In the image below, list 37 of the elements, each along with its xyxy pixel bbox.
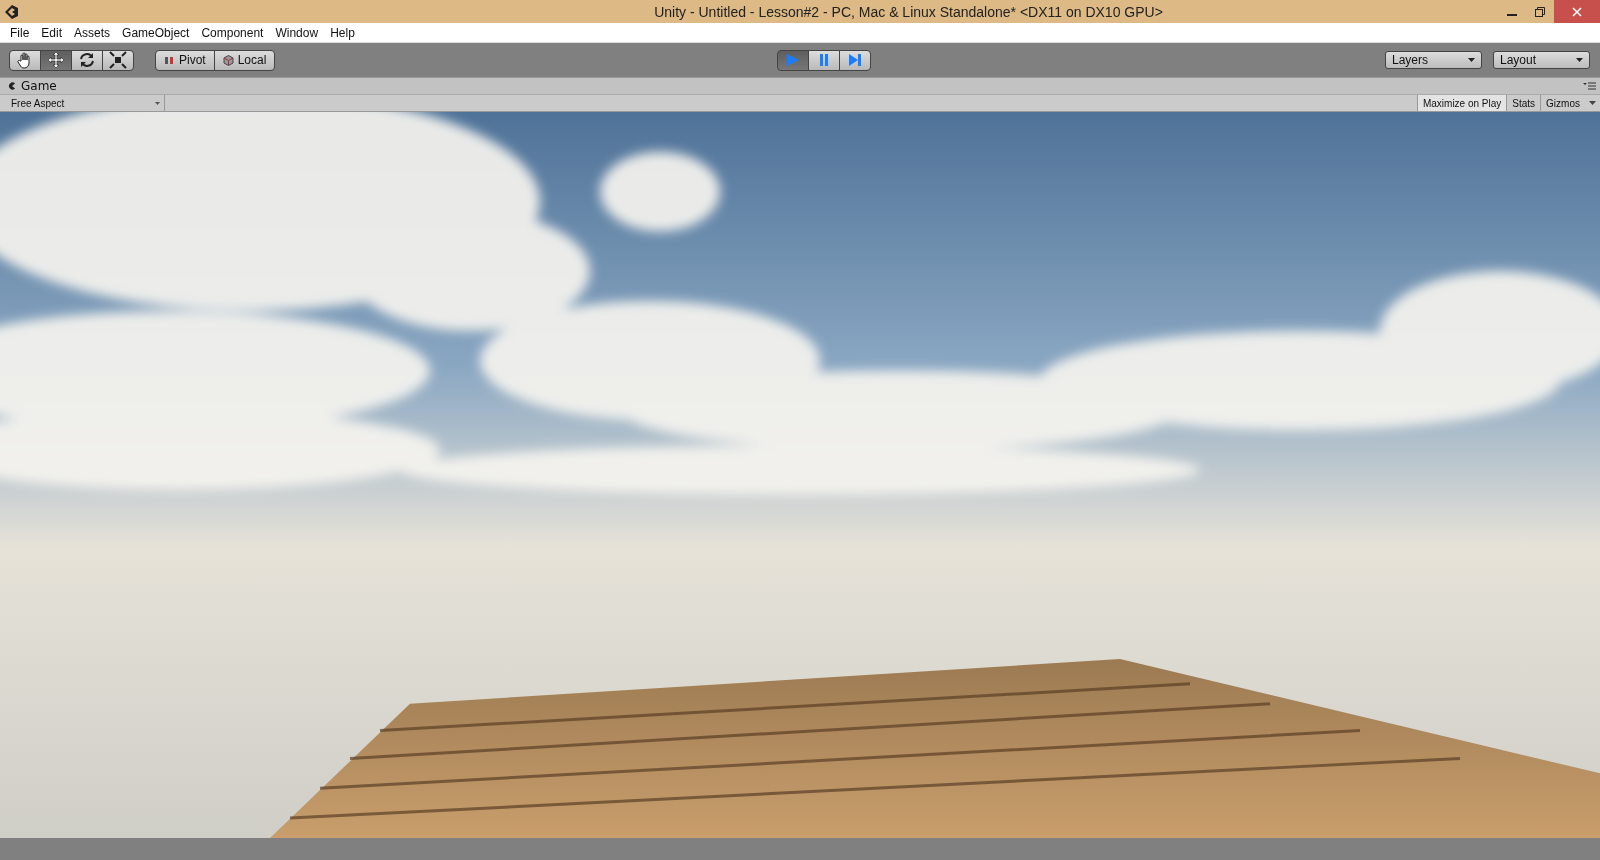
minimize-icon bbox=[1507, 13, 1517, 16]
menu-item[interactable]: Help bbox=[324, 25, 361, 40]
tool-button[interactable] bbox=[102, 49, 134, 71]
window-title: Unity - Untitled - Lesson#2 - PC, Mac & Linux Standalone* <DX11 on DX10 GPU> bbox=[653, 3, 1163, 20]
game-tab-icon bbox=[8, 82, 16, 90]
menu-item[interactable]: Assets bbox=[68, 25, 117, 40]
aspect-dropdown[interactable]: Free Aspect bbox=[5, 95, 165, 111]
close-icon bbox=[1572, 6, 1582, 17]
caret-icon bbox=[1576, 58, 1583, 62]
dropdown[interactable]: Layout bbox=[1493, 51, 1590, 69]
play-control-button[interactable] bbox=[808, 49, 841, 71]
rotate-arrows-icon bbox=[78, 51, 96, 69]
caret-icon bbox=[155, 101, 160, 105]
tool-button[interactable] bbox=[71, 49, 103, 71]
tool-button[interactable] bbox=[40, 49, 72, 71]
restore-icon bbox=[1535, 6, 1545, 17]
play-control-button[interactable] bbox=[839, 49, 872, 71]
menu-item[interactable]: Edit bbox=[35, 25, 69, 40]
menu-item[interactable]: Window bbox=[269, 25, 325, 40]
unity-logo-icon bbox=[3, 3, 19, 20]
move-arrows-icon bbox=[47, 51, 65, 69]
dropdown[interactable]: Layers bbox=[1385, 51, 1482, 69]
tool-button[interactable] bbox=[9, 49, 41, 71]
step-icon bbox=[847, 53, 864, 67]
toggle-button[interactable]: Maximize on Play bbox=[1416, 95, 1507, 111]
pivot-icon bbox=[164, 54, 175, 66]
caret-icon[interactable] bbox=[1589, 101, 1596, 105]
menu-item[interactable]: GameObject bbox=[116, 25, 196, 40]
cube-icon bbox=[222, 54, 234, 66]
caret-icon bbox=[1468, 58, 1475, 62]
game-tab[interactable]: Game bbox=[0, 79, 65, 93]
menu-item[interactable]: Component bbox=[195, 25, 270, 40]
scale-arrows-icon bbox=[109, 51, 127, 69]
pivot-mode-button[interactable]: Local bbox=[213, 49, 276, 71]
play-control-button[interactable] bbox=[777, 49, 810, 71]
menu-item[interactable]: File bbox=[4, 25, 36, 40]
pivot-mode-button[interactable]: Pivot bbox=[155, 49, 215, 71]
